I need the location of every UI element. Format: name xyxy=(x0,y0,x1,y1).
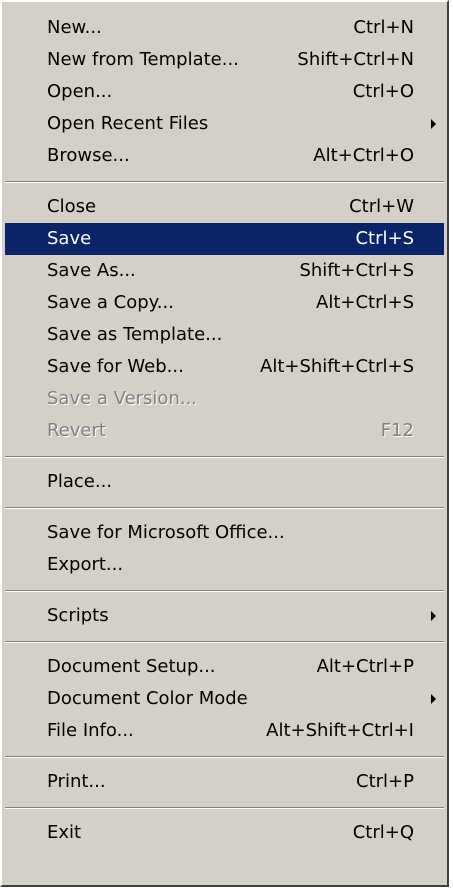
menu-item-label: Save xyxy=(47,228,92,249)
menu-item-label: Close xyxy=(47,196,97,217)
menu-separator xyxy=(5,456,444,458)
menu-item-shortcut: Alt+Shift+Ctrl+S xyxy=(260,356,414,377)
menu-item-save-a-version: Save a Version... xyxy=(5,383,444,415)
menu-item-new-from-template[interactable]: New from Template... Shift+Ctrl+N xyxy=(5,44,444,76)
submenu-arrow-icon xyxy=(431,611,436,621)
menu-item-shortcut: Ctrl+N xyxy=(353,17,414,38)
menu-item-label: Scripts xyxy=(47,605,109,626)
menu-item-save-for-web[interactable]: Save for Web... Alt+Shift+Ctrl+S xyxy=(5,351,444,383)
menu-item-label: Save As... xyxy=(47,260,136,281)
menu-item-save-as-template[interactable]: Save as Template... xyxy=(5,319,444,351)
menu-item-shortcut: F12 xyxy=(380,420,414,441)
menu-item-revert: Revert F12 xyxy=(5,415,444,447)
menu-item-label: Place... xyxy=(47,471,113,492)
menu-item-open-recent-files[interactable]: Open Recent Files xyxy=(5,108,444,140)
menu-item-shortcut: Alt+Shift+Ctrl+I xyxy=(266,720,414,741)
menu-item-label: New from Template... xyxy=(47,49,239,70)
menu-item-save-a-copy[interactable]: Save a Copy... Alt+Ctrl+S xyxy=(5,287,444,319)
menu-item-label: Document Setup... xyxy=(47,656,216,677)
menu-item-shortcut: Ctrl+Q xyxy=(352,822,414,843)
menu-item-export[interactable]: Export... xyxy=(5,549,444,581)
menu-item-label: Save for Web... xyxy=(47,356,184,377)
menu-item-shortcut: Ctrl+W xyxy=(349,196,414,217)
menu-separator xyxy=(5,507,444,509)
menu-item-exit[interactable]: Exit Ctrl+Q xyxy=(5,817,444,849)
menu-item-document-color-mode[interactable]: Document Color Mode xyxy=(5,683,444,715)
menu-item-new[interactable]: New... Ctrl+N xyxy=(5,12,444,44)
menu-separator xyxy=(5,590,444,592)
menu-item-print[interactable]: Print... Ctrl+P xyxy=(5,766,444,798)
menu-item-close[interactable]: Close Ctrl+W xyxy=(5,191,444,223)
menu-item-label: Exit xyxy=(47,822,82,843)
menu-item-file-info[interactable]: File Info... Alt+Shift+Ctrl+I xyxy=(5,715,444,747)
menu-item-save-for-microsoft-office[interactable]: Save for Microsoft Office... xyxy=(5,517,444,549)
menu-item-label: New... xyxy=(47,17,102,38)
menu-item-label: Revert xyxy=(47,420,106,441)
menu-item-save[interactable]: Save Ctrl+S xyxy=(5,223,444,255)
menu-item-document-setup[interactable]: Document Setup... Alt+Ctrl+P xyxy=(5,651,444,683)
menu-item-label: Export... xyxy=(47,554,124,575)
menu-item-save-as[interactable]: Save As... Shift+Ctrl+S xyxy=(5,255,444,287)
menu-item-shortcut: Ctrl+S xyxy=(355,228,414,249)
menu-item-shortcut: Ctrl+P xyxy=(356,771,414,792)
menu-item-shortcut: Alt+Ctrl+P xyxy=(316,656,414,677)
menu-item-label: Save a Copy... xyxy=(47,292,174,313)
menu-item-label: Open Recent Files xyxy=(47,113,209,134)
menu-item-label: File Info... xyxy=(47,720,134,741)
menu-separator xyxy=(5,641,444,643)
file-menu: New... Ctrl+N New from Template... Shift+Ct… xyxy=(0,0,449,887)
menu-item-label: Save for Microsoft Office... xyxy=(47,522,285,543)
menu-item-label: Browse... xyxy=(47,145,130,166)
menu-separator xyxy=(5,756,444,758)
submenu-arrow-icon xyxy=(431,694,436,704)
menu-item-browse[interactable]: Browse... Alt+Ctrl+O xyxy=(5,140,444,172)
menu-item-shortcut: Ctrl+O xyxy=(352,81,414,102)
menu-item-label: Print... xyxy=(47,771,106,792)
menu-item-shortcut: Alt+Ctrl+S xyxy=(316,292,414,313)
menu-item-place[interactable]: Place... xyxy=(5,466,444,498)
menu-item-label: Save as Template... xyxy=(47,324,223,345)
menu-item-shortcut: Alt+Ctrl+O xyxy=(313,145,414,166)
menu-item-open[interactable]: Open... Ctrl+O xyxy=(5,76,444,108)
menu-item-scripts[interactable]: Scripts xyxy=(5,600,444,632)
menu-item-label: Open... xyxy=(47,81,113,102)
menu-separator xyxy=(5,807,444,809)
menu-item-label: Save a Version... xyxy=(47,388,198,409)
menu-item-shortcut: Shift+Ctrl+N xyxy=(297,49,414,70)
submenu-arrow-icon xyxy=(431,119,436,129)
menu-item-shortcut: Shift+Ctrl+S xyxy=(299,260,414,281)
menu-item-label: Document Color Mode xyxy=(47,688,248,709)
menu-separator xyxy=(5,181,444,183)
